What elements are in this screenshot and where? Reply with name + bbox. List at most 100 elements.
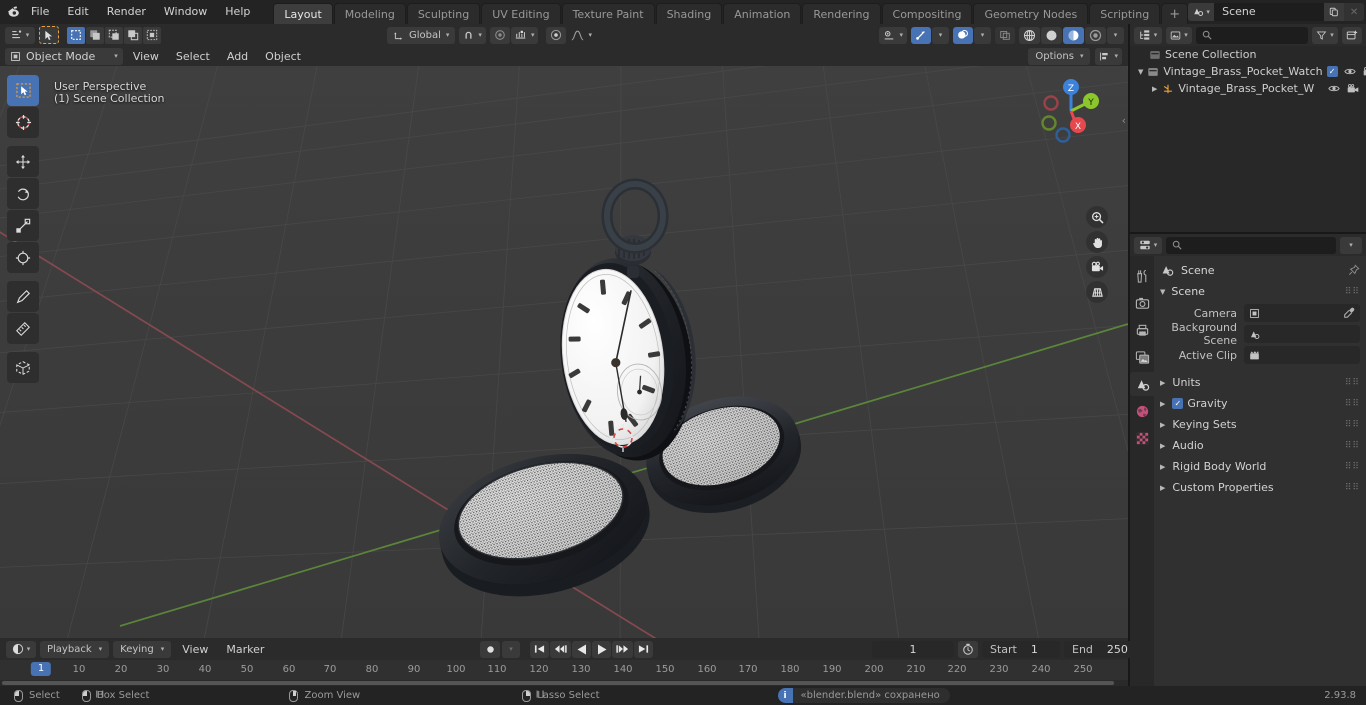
unlink-scene-button[interactable]: ✕: [1344, 3, 1365, 21]
timeline-body[interactable]: 10 20 30 40 50 60 70 80 90 100 110 120 1…: [0, 660, 1128, 686]
select-difference-icon[interactable]: [143, 26, 161, 44]
proportional-editing-toggle[interactable]: [546, 26, 567, 44]
panel-header-rigid-body-world[interactable]: ▶ Rigid Body World ⠿⠿: [1160, 456, 1360, 477]
camera-view-button[interactable]: [1086, 256, 1108, 278]
tab-scripting[interactable]: Scripting: [1089, 3, 1161, 24]
timeline-menu-view[interactable]: View: [175, 641, 215, 658]
tool-add-cube-button[interactable]: [7, 352, 39, 383]
panel-header-custom-properties[interactable]: ▶ Custom Properties ⠿⠿: [1160, 477, 1360, 498]
tool-tweak-button[interactable]: [7, 75, 39, 106]
menu-help[interactable]: Help: [216, 3, 259, 21]
3d-viewport[interactable]: User Perspective (1) Scene Collection Z …: [0, 66, 1128, 638]
viewport-menu-add[interactable]: Add: [220, 48, 255, 65]
snap-increment-icon[interactable]: ▾: [510, 26, 539, 44]
new-collection-icon[interactable]: [1342, 26, 1362, 44]
tab-uv-editing[interactable]: UV Editing: [481, 3, 561, 24]
timeline-editor-icon[interactable]: ▾: [6, 640, 36, 658]
interaction-mode-dropdown[interactable]: Object Mode ▾: [5, 47, 123, 65]
panel-header-units[interactable]: ▶ Units ⠿⠿: [1160, 372, 1360, 393]
timeline-playback-dropdown[interactable]: Playback ▾: [40, 640, 110, 658]
transform-orientation-dropdown[interactable]: Global ▾: [387, 26, 456, 44]
jump-to-start-button[interactable]: [530, 640, 549, 658]
record-keyframe-dropdown[interactable]: ▾: [502, 640, 520, 658]
collection-enable-checkbox[interactable]: ✓: [1326, 66, 1338, 77]
camera-render-icon[interactable]: [1363, 65, 1366, 78]
tab-animation[interactable]: Animation: [723, 3, 802, 24]
tool-scale-button[interactable]: [7, 210, 39, 241]
menu-render[interactable]: Render: [98, 3, 155, 21]
output-tab[interactable]: [1130, 318, 1154, 342]
overlays-icon[interactable]: [953, 26, 973, 44]
editor-type-3dview-icon[interactable]: ▾: [5, 26, 35, 44]
select-extend-icon[interactable]: [86, 26, 104, 44]
record-keyframe-button[interactable]: [480, 640, 500, 658]
overlays-dropdown[interactable]: ▾: [974, 26, 991, 44]
panel-drag-dots[interactable]: ⠿⠿: [1345, 420, 1360, 430]
tab-shading[interactable]: Shading: [655, 3, 723, 24]
select-box-icon[interactable]: [67, 26, 85, 44]
background-scene-field[interactable]: [1244, 325, 1360, 343]
jump-to-end-button[interactable]: [634, 640, 653, 658]
zoom-view-button[interactable]: [1086, 206, 1108, 228]
viewport-menu-select[interactable]: Select: [169, 48, 217, 65]
tool-move-button[interactable]: [7, 146, 39, 177]
timeline-menu-marker[interactable]: Marker: [219, 641, 271, 658]
timeline-scrollbar-thumb[interactable]: [2, 681, 1114, 685]
eye-icon[interactable]: [1344, 65, 1357, 78]
timeline-keying-dropdown[interactable]: Keying ▾: [113, 640, 172, 658]
outliner-row-watch-object[interactable]: ▶ Vintage_Brass_Pocket_W: [1130, 80, 1366, 97]
expand-triangle-icon[interactable]: ▼: [1138, 68, 1143, 76]
gizmo-dropdown[interactable]: ▾: [932, 26, 949, 44]
panel-drag-dots[interactable]: ⠿⠿: [1345, 462, 1360, 472]
outliner-row-scene-collection[interactable]: Scene Collection: [1130, 46, 1366, 63]
eyedropper-icon[interactable]: [1343, 307, 1355, 319]
tool-transform-button[interactable]: [7, 242, 39, 273]
shading-material-preview-icon[interactable]: [1063, 26, 1084, 44]
properties-search-input[interactable]: [1166, 236, 1336, 254]
panel-drag-dots[interactable]: ⠿⠿: [1345, 287, 1360, 297]
world-tab[interactable]: [1130, 399, 1154, 423]
tool-measure-button[interactable]: [7, 313, 39, 344]
tab-rendering[interactable]: Rendering: [802, 3, 881, 24]
tweak-cursor-icon[interactable]: [39, 26, 59, 44]
status-report[interactable]: i «blender.blend» сохранено: [777, 688, 950, 703]
panel-drag-dots[interactable]: ⠿⠿: [1345, 441, 1360, 451]
tool-tab[interactable]: [1130, 264, 1154, 288]
navigation-gizmo[interactable]: Z Y X: [1036, 76, 1106, 146]
viewport-menu-view[interactable]: View: [126, 48, 166, 65]
scene-icon[interactable]: ▾: [1188, 3, 1215, 21]
outliner-search-input[interactable]: [1196, 26, 1308, 44]
snap-magnet-toggle[interactable]: ▾: [459, 26, 486, 44]
viewport-options-icon-button[interactable]: ▾: [1095, 47, 1122, 65]
panel-header-audio[interactable]: ▶ Audio ⠿⠿: [1160, 435, 1360, 456]
scene-name[interactable]: Scene: [1214, 3, 1325, 21]
view-layer-tab[interactable]: [1130, 345, 1154, 369]
current-frame-field[interactable]: 1: [872, 640, 954, 658]
panel-drag-dots[interactable]: ⠿⠿: [1345, 483, 1360, 493]
properties-options-dropdown[interactable]: ▾: [1340, 236, 1362, 254]
proportional-edit-icon[interactable]: [489, 26, 510, 44]
gizmo-icon[interactable]: [911, 26, 931, 44]
next-keyframe-button[interactable]: [612, 640, 633, 658]
xray-icon[interactable]: [995, 26, 1015, 44]
panel-header-keying-sets[interactable]: ▶ Keying Sets ⠿⠿: [1160, 414, 1360, 435]
panel-header-scene[interactable]: ▼ Scene ⠿⠿: [1160, 282, 1360, 301]
shading-rendered-icon[interactable]: [1085, 26, 1106, 44]
tab-compositing[interactable]: Compositing: [881, 3, 973, 24]
play-reverse-button[interactable]: [572, 640, 591, 658]
outliner-display-mode-dropdown[interactable]: ▾: [1166, 26, 1192, 44]
select-subtract-icon[interactable]: [105, 26, 123, 44]
pan-view-button[interactable]: [1086, 231, 1108, 253]
shading-dropdown[interactable]: ▾: [1107, 26, 1124, 44]
timeline-playhead[interactable]: 1: [30, 662, 52, 676]
new-scene-button[interactable]: [1324, 3, 1345, 21]
blender-logo-icon[interactable]: [6, 0, 22, 24]
pin-icon[interactable]: [1348, 264, 1360, 276]
panel-drag-dots[interactable]: ⠿⠿: [1345, 399, 1360, 409]
outliner-row-watch-collection[interactable]: ▼ Vintage_Brass_Pocket_Watch ✓: [1130, 63, 1366, 80]
select-intersect-icon[interactable]: [124, 26, 142, 44]
menu-file[interactable]: File: [22, 3, 58, 21]
camera-render-icon[interactable]: [1346, 82, 1359, 95]
eye-icon[interactable]: [1327, 82, 1340, 95]
visibility-eye-icon[interactable]: ▾: [879, 26, 907, 44]
